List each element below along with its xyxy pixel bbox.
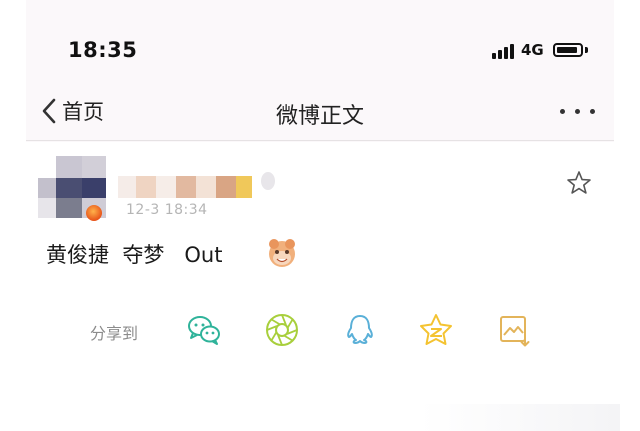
status-bar: 18:35 4G [26,24,614,80]
battery-tip [585,47,588,53]
battery-icon [553,43,583,57]
post-timestamp: 12-3 18:34 [126,202,208,218]
header-area: 18:35 4G 首页 微博正文 [26,0,614,142]
share-row: 分享到 [26,310,614,350]
status-time: 18:35 [68,38,138,62]
weibo-post-screen: 18:35 4G 首页 微博正文 12-3 18:34 黄俊捷 夺梦 Out 分… [26,0,614,431]
wechat-share-icon[interactable] [186,312,222,348]
moments-share-icon[interactable] [264,312,300,348]
navigation-bar: 首页 微博正文 [26,86,614,138]
post-card: 12-3 18:34 黄俊捷 夺梦 Out 分享到 [26,142,614,431]
qzone-share-icon[interactable] [418,312,454,348]
happy-face-emoji-icon [269,239,295,267]
bottom-fade [420,404,620,431]
save-image-icon[interactable] [496,312,532,348]
username[interactable] [118,172,288,198]
verified-badge-icon [86,205,102,221]
header-divider [26,140,614,141]
network-type: 4G [521,41,544,59]
post-text: 黄俊捷 夺梦 Out [46,243,223,267]
more-icon[interactable] [558,104,598,118]
signal-icon [492,43,516,59]
qq-share-icon[interactable] [342,312,378,348]
page-title: 微博正文 [275,104,364,129]
share-label: 分享到 [90,324,139,343]
star-icon[interactable] [566,170,592,196]
